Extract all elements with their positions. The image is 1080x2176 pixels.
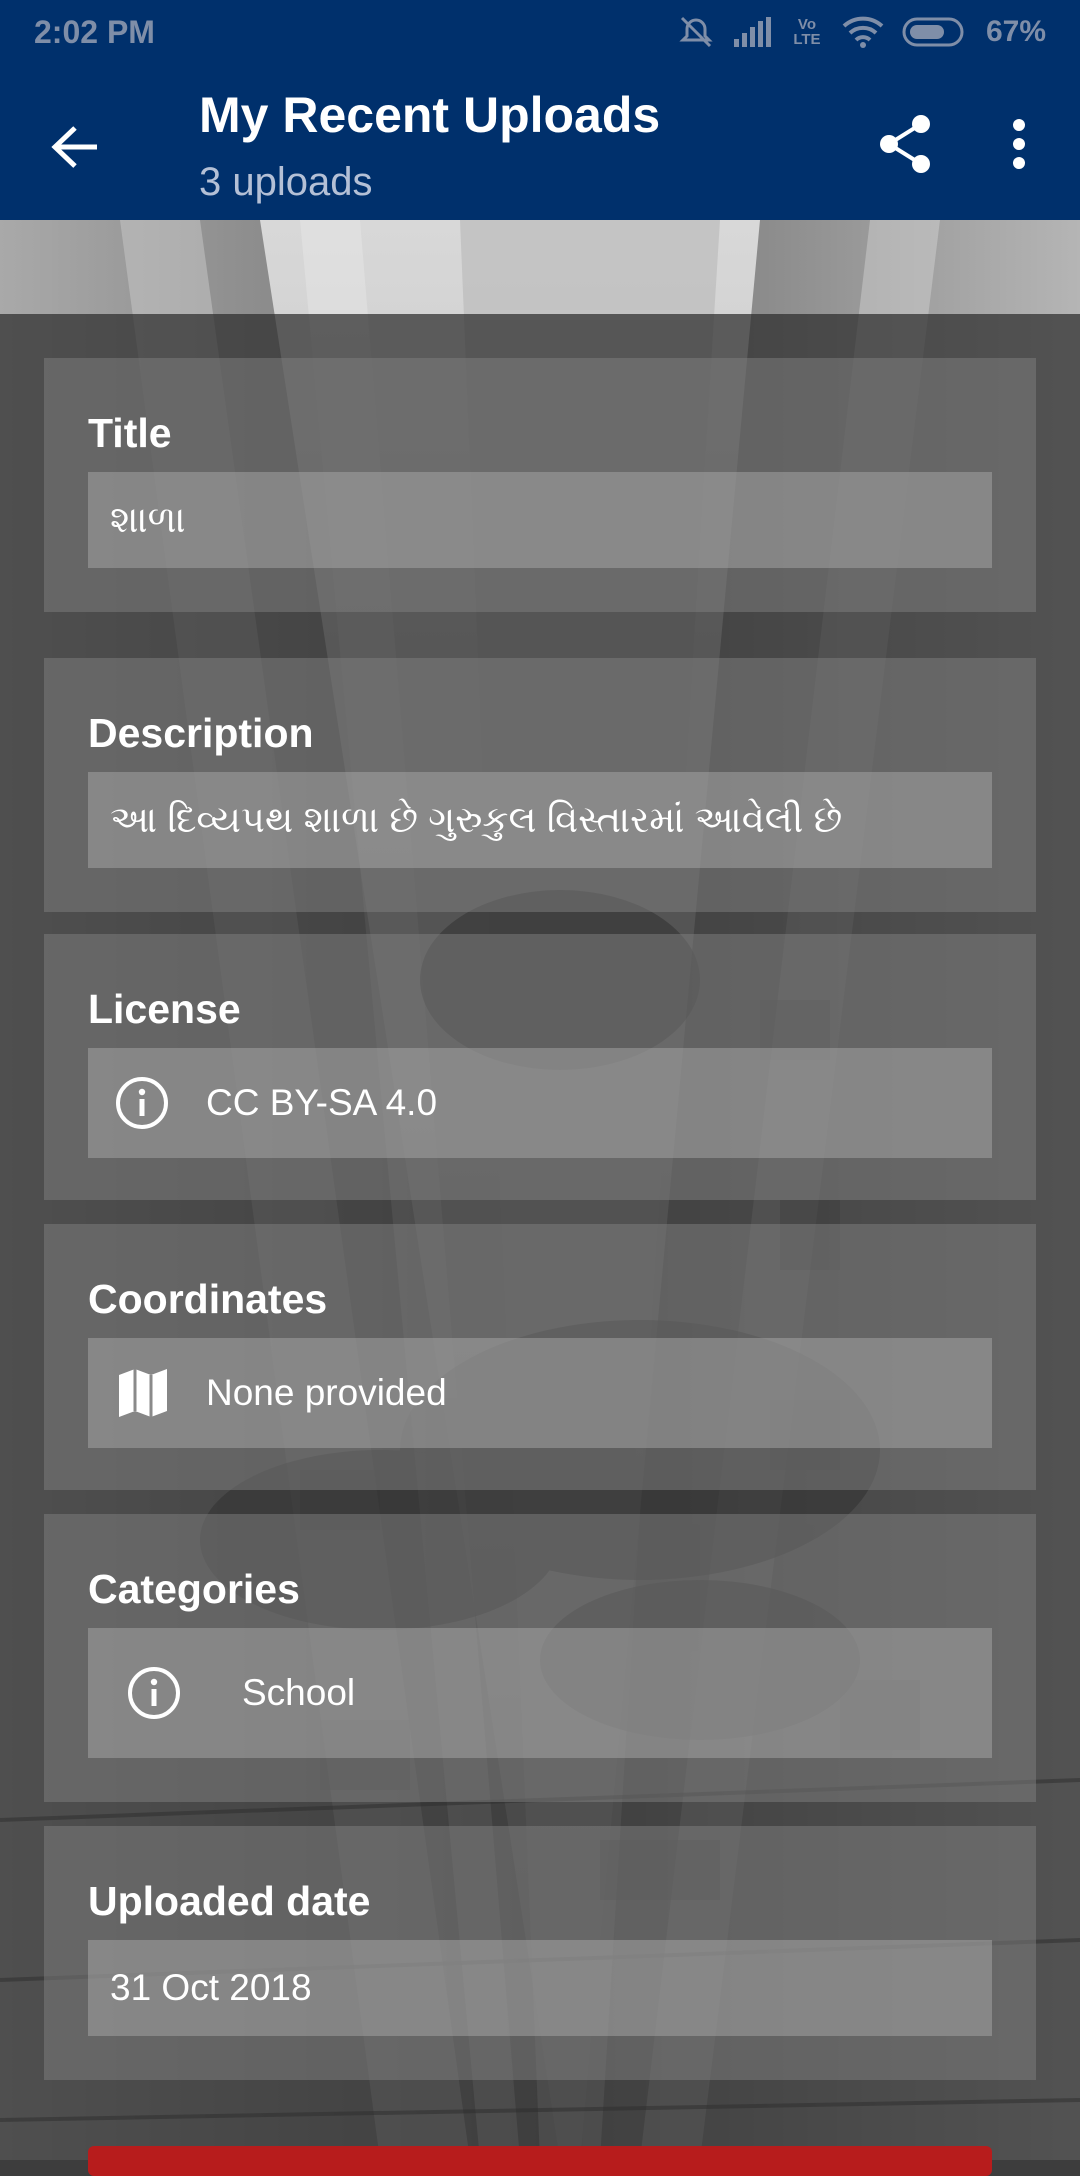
battery-icon — [902, 16, 968, 48]
app-bar: My Recent Uploads 3 uploads — [0, 66, 1080, 220]
arrow-back-icon — [51, 126, 97, 168]
category-item[interactable]: School — [88, 1628, 992, 1758]
license-card: License CC BY-SA 4.0 — [44, 934, 1036, 1200]
signal-icon — [732, 17, 772, 47]
page-title: My Recent Uploads — [199, 87, 661, 143]
info-icon — [126, 1665, 182, 1721]
description-card: Description આ દિવ્યપથ શાળા છે ગુરુકુલ વિ… — [44, 658, 1036, 912]
back-button[interactable] — [40, 112, 110, 182]
title-value-field: શાળા — [88, 472, 992, 568]
uploaded-date-card: Uploaded date 31 Oct 2018 — [44, 1826, 1036, 2080]
status-icons: Vo LTE 67% — [678, 14, 1046, 50]
title-label: Title — [88, 410, 172, 456]
wifi-icon — [842, 16, 884, 48]
description-value-field: આ દિવ્યપથ શાળા છે ગુરુકુલ વિસ્તારમાં આવે… — [88, 772, 992, 868]
categories-label: Categories — [88, 1566, 300, 1612]
title-card: Title શાળા — [44, 358, 1036, 612]
map-icon — [116, 1366, 170, 1420]
upload-count: 3 uploads — [199, 160, 373, 204]
coordinates-label: Coordinates — [88, 1276, 328, 1322]
delete-button[interactable] — [88, 2146, 992, 2176]
more-vert-icon — [1013, 119, 1025, 169]
license-label: License — [88, 986, 241, 1032]
license-value: CC BY-SA 4.0 — [206, 1082, 438, 1123]
battery-percent: 67% — [985, 15, 1046, 48]
uploaded-date-value: 31 Oct 2018 — [110, 1967, 312, 2008]
coordinates-value-field[interactable]: None provided — [88, 1338, 992, 1448]
category-name: School — [242, 1672, 356, 1713]
coordinates-card: Coordinates None provided — [44, 1224, 1036, 1490]
status-time: 2:02 PM — [34, 14, 155, 50]
title-value: શાળા — [110, 498, 186, 540]
categories-card: Categories School — [44, 1514, 1036, 1802]
coordinates-value: None provided — [206, 1372, 447, 1413]
uploaded-date-label: Uploaded date — [88, 1878, 371, 1924]
share-icon — [880, 115, 930, 173]
description-value: આ દિવ્યપથ શાળા છે ગુરુકુલ વિસ્તારમાં આવે… — [110, 798, 843, 840]
info-icon — [114, 1075, 170, 1131]
status-bar: 2:02 PM Vo LTE 67% — [0, 0, 1080, 66]
more-options-button[interactable] — [984, 108, 1054, 180]
license-value-field[interactable]: CC BY-SA 4.0 — [88, 1048, 992, 1158]
share-button[interactable] — [870, 108, 940, 180]
uploaded-date-value-field: 31 Oct 2018 — [88, 1940, 992, 2036]
description-label: Description — [88, 710, 314, 756]
alarm-muted-icon — [678, 14, 714, 50]
volte-icon: Vo LTE — [793, 16, 821, 48]
